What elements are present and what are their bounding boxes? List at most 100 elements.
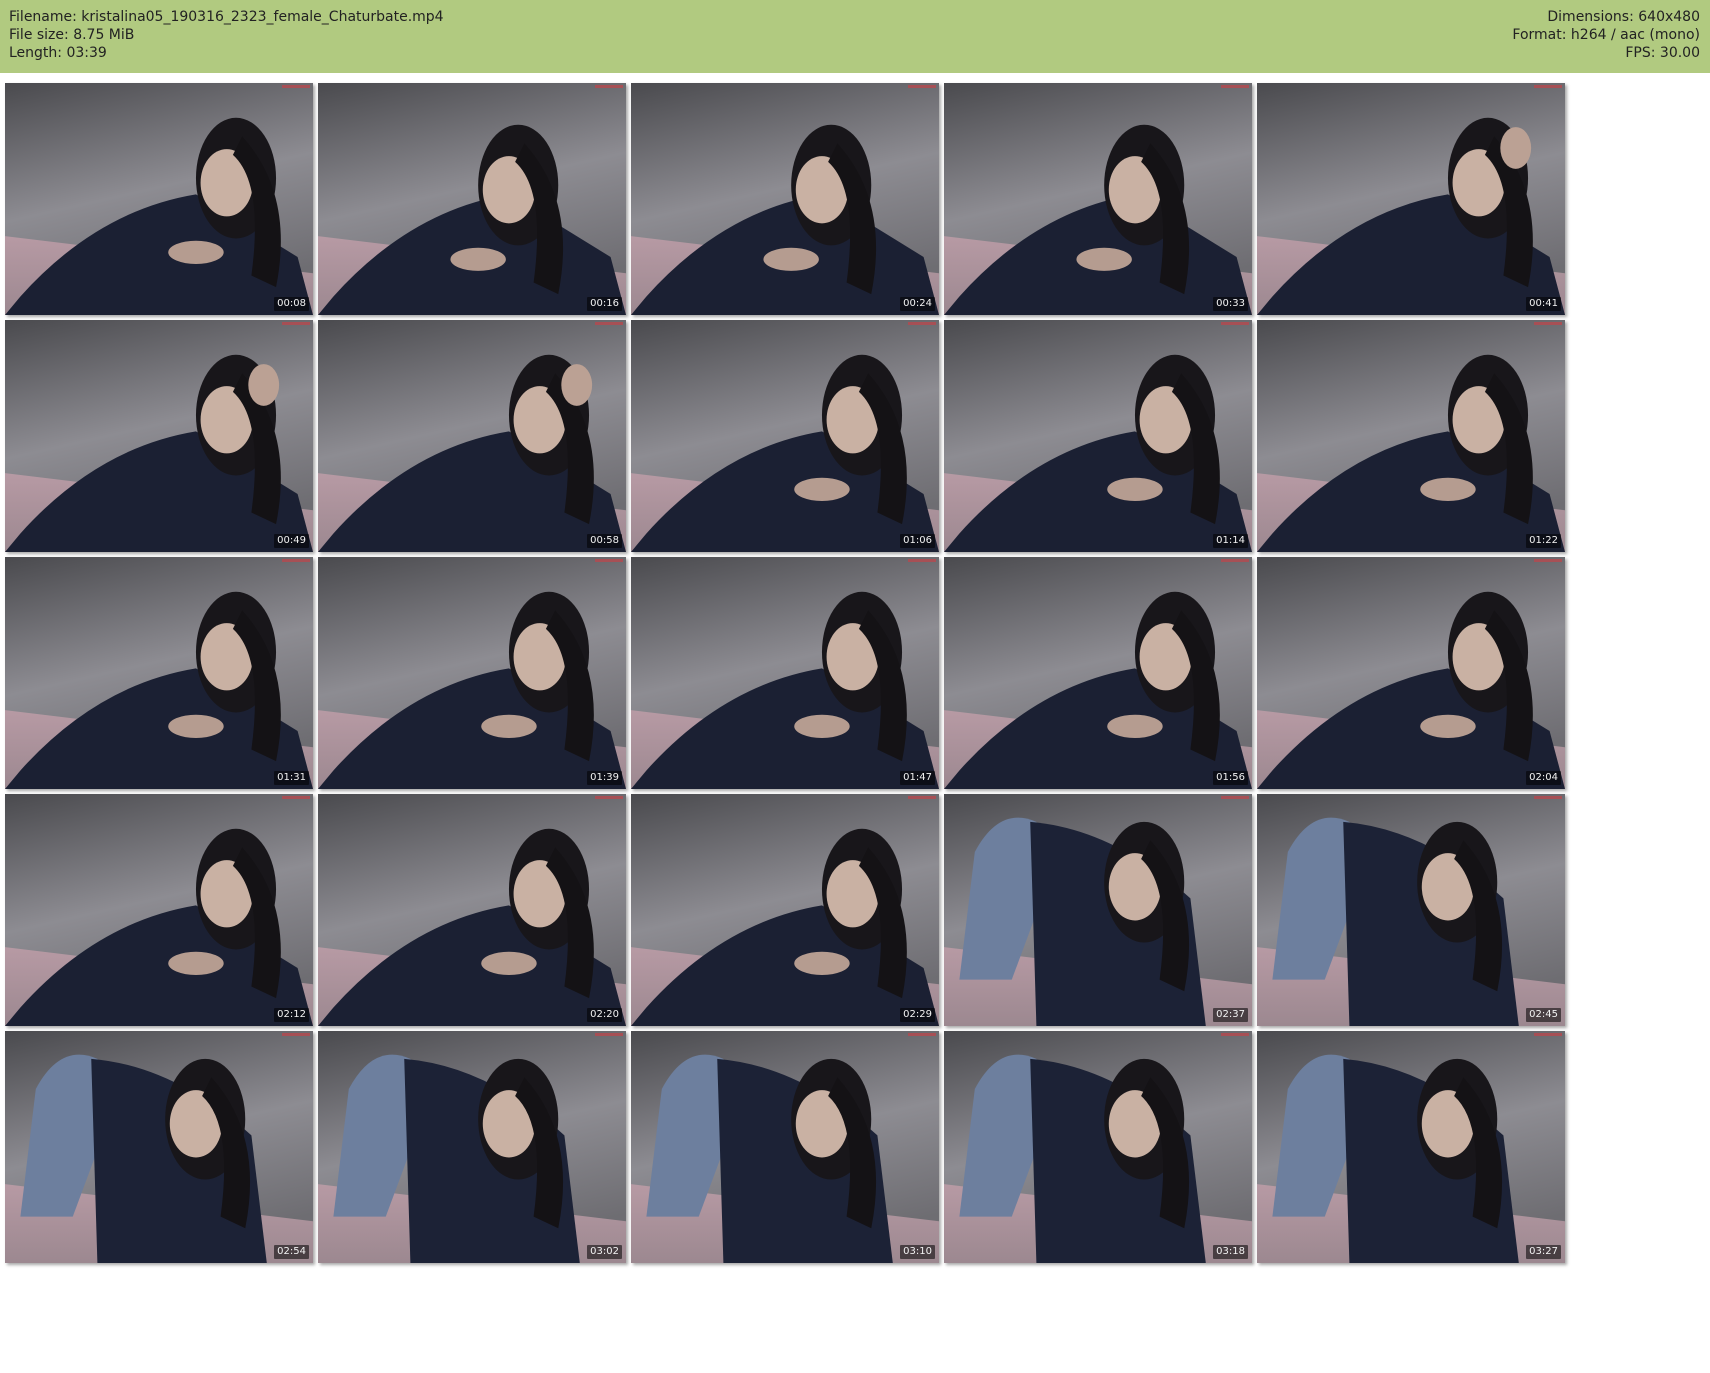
video-thumbnail[interactable]: 02:12 — [5, 794, 313, 1026]
thumbnail-timestamp: 03:18 — [1213, 1245, 1248, 1259]
video-thumbnail[interactable]: 00:58 — [318, 320, 626, 552]
thumbnail-image — [631, 83, 939, 315]
thumbnail-image — [5, 320, 313, 552]
watermark-mark — [595, 85, 623, 88]
video-thumbnail[interactable]: 02:04 — [1257, 557, 1565, 789]
watermark-mark — [282, 559, 310, 562]
video-thumbnail[interactable]: 02:29 — [631, 794, 939, 1026]
thumbnail-timestamp: 01:47 — [900, 771, 935, 785]
thumbnail-image — [318, 557, 626, 789]
video-thumbnail[interactable]: 01:14 — [944, 320, 1252, 552]
video-thumbnail[interactable]: 03:18 — [944, 1031, 1252, 1263]
thumbnail-image — [944, 83, 1252, 315]
watermark-mark — [282, 322, 310, 325]
watermark-mark — [1534, 85, 1562, 88]
video-info: Dimensions: 640x480 Format: h264 / aac (… — [1512, 8, 1700, 62]
watermark-mark — [282, 85, 310, 88]
watermark-mark — [1221, 1033, 1249, 1036]
video-thumbnail[interactable]: 03:10 — [631, 1031, 939, 1263]
watermark-mark — [1534, 322, 1562, 325]
video-thumbnail[interactable]: 00:24 — [631, 83, 939, 315]
thumbnail-timestamp: 02:20 — [587, 1008, 622, 1022]
file-info: Filename: kristalina05_190316_2323_femal… — [9, 8, 444, 62]
thumbnail-timestamp: 02:37 — [1213, 1008, 1248, 1022]
thumbnail-image — [1257, 83, 1565, 315]
watermark-mark — [1221, 796, 1249, 799]
thumbnail-image — [5, 557, 313, 789]
video-thumbnail[interactable]: 01:39 — [318, 557, 626, 789]
video-thumbnail[interactable]: 01:31 — [5, 557, 313, 789]
thumbnail-timestamp: 01:56 — [1213, 771, 1248, 785]
thumbnail-timestamp: 00:41 — [1526, 297, 1561, 311]
thumbnail-timestamp: 02:54 — [274, 1245, 309, 1259]
thumbnail-image — [1257, 320, 1565, 552]
thumbnail-grid: 00:08 00:16 00:24 00:33 00:41 00:49 00:58 01:06… — [5, 83, 1710, 1373]
thumbnail-timestamp: 00:58 — [587, 534, 622, 548]
video-thumbnail[interactable]: 02:45 — [1257, 794, 1565, 1026]
watermark-mark — [908, 559, 936, 562]
watermark-mark — [595, 1033, 623, 1036]
video-thumbnail[interactable]: 00:33 — [944, 83, 1252, 315]
video-thumbnail[interactable]: 03:02 — [318, 1031, 626, 1263]
watermark-mark — [908, 322, 936, 325]
thumbnail-image — [1257, 557, 1565, 789]
video-thumbnail[interactable]: 02:54 — [5, 1031, 313, 1263]
filename-text: Filename: kristalina05_190316_2323_femal… — [9, 9, 444, 25]
video-thumbnail[interactable]: 01:22 — [1257, 320, 1565, 552]
thumbnail-image — [5, 1031, 313, 1263]
thumbnail-timestamp: 01:31 — [274, 771, 309, 785]
watermark-mark — [595, 796, 623, 799]
thumbnail-timestamp: 00:49 — [274, 534, 309, 548]
watermark-mark — [1534, 796, 1562, 799]
watermark-mark — [595, 559, 623, 562]
length-text: Length: 03:39 — [9, 45, 107, 61]
format-text: Format: h264 / aac (mono) — [1512, 27, 1700, 43]
thumbnail-timestamp: 03:02 — [587, 1245, 622, 1259]
thumbnail-image — [631, 557, 939, 789]
thumbnail-image — [631, 794, 939, 1026]
thumbnail-timestamp: 00:33 — [1213, 297, 1248, 311]
thumbnail-timestamp: 02:45 — [1526, 1008, 1561, 1022]
watermark-mark — [1221, 322, 1249, 325]
video-thumbnail[interactable]: 00:08 — [5, 83, 313, 315]
thumbnail-image — [318, 1031, 626, 1263]
thumbnail-image — [318, 83, 626, 315]
thumbnail-image — [631, 1031, 939, 1263]
thumbnail-image — [1257, 1031, 1565, 1263]
thumbnail-image — [5, 83, 313, 315]
watermark-mark — [908, 1033, 936, 1036]
thumbnail-image — [944, 1031, 1252, 1263]
thumbnail-image — [944, 557, 1252, 789]
watermark-mark — [282, 1033, 310, 1036]
filesize-text: File size: 8.75 MiB — [9, 27, 135, 43]
thumbnail-image — [944, 320, 1252, 552]
thumbnail-timestamp: 01:14 — [1213, 534, 1248, 548]
video-thumbnail[interactable]: 00:49 — [5, 320, 313, 552]
thumbnail-image — [318, 320, 626, 552]
video-thumbnail[interactable]: 01:06 — [631, 320, 939, 552]
thumbnail-timestamp: 01:06 — [900, 534, 935, 548]
thumbnail-timestamp: 03:10 — [900, 1245, 935, 1259]
video-thumbnail[interactable]: 00:16 — [318, 83, 626, 315]
video-thumbnail[interactable]: 02:20 — [318, 794, 626, 1026]
watermark-mark — [1534, 559, 1562, 562]
thumbnail-image — [631, 320, 939, 552]
thumbnail-timestamp: 00:16 — [587, 297, 622, 311]
video-thumbnail[interactable]: 01:47 — [631, 557, 939, 789]
fps-text: FPS: 30.00 — [1625, 45, 1700, 61]
video-thumbnail[interactable]: 02:37 — [944, 794, 1252, 1026]
video-thumbnail[interactable]: 01:56 — [944, 557, 1252, 789]
watermark-mark — [908, 796, 936, 799]
thumbnail-timestamp: 00:08 — [274, 297, 309, 311]
thumbnail-image — [944, 794, 1252, 1026]
thumbnail-timestamp: 00:24 — [900, 297, 935, 311]
watermark-mark — [1221, 85, 1249, 88]
thumbnail-image — [1257, 794, 1565, 1026]
video-thumbnail[interactable]: 00:41 — [1257, 83, 1565, 315]
video-thumbnail[interactable]: 03:27 — [1257, 1031, 1565, 1263]
watermark-mark — [1534, 1033, 1562, 1036]
thumbnail-timestamp: 02:04 — [1526, 771, 1561, 785]
watermark-mark — [282, 796, 310, 799]
thumbnail-timestamp: 01:22 — [1526, 534, 1561, 548]
thumbnail-timestamp: 02:29 — [900, 1008, 935, 1022]
